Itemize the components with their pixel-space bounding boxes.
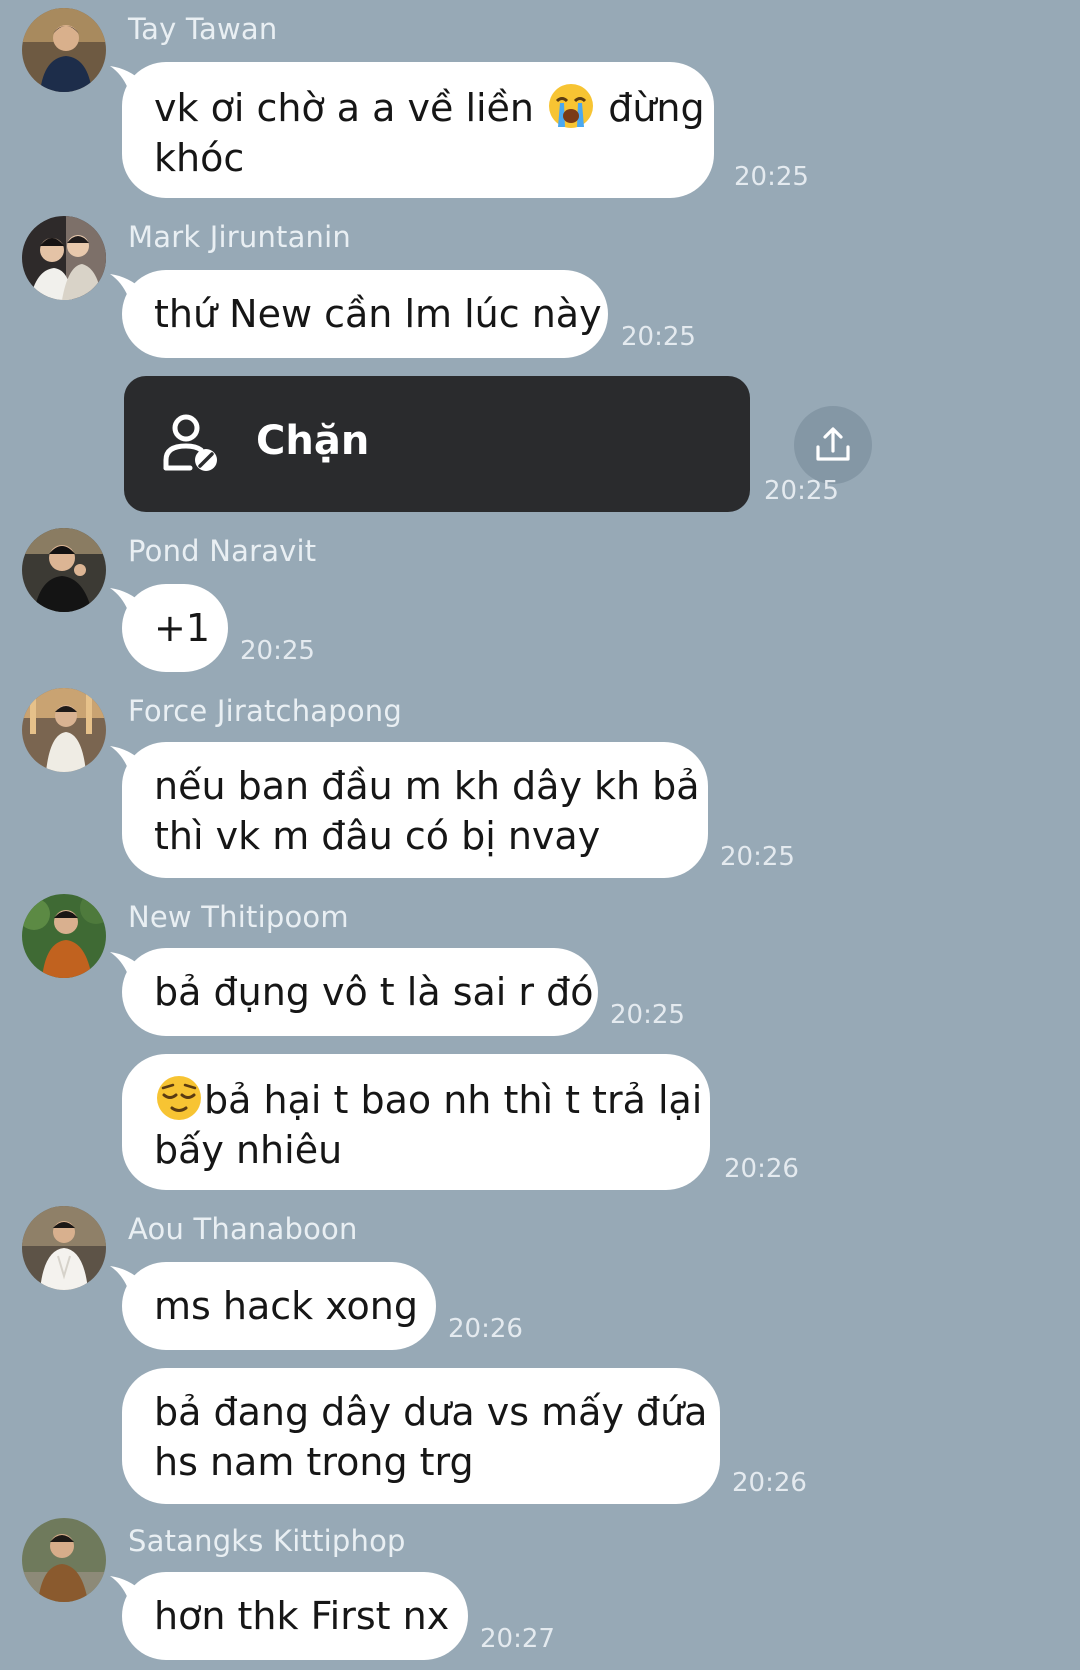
message-text: đừng	[608, 86, 705, 130]
avatar-satangks-kittiphop[interactable]	[22, 1518, 106, 1602]
message-text: bả đụng vô t là sai r đó	[154, 970, 594, 1014]
message-text-line: vk ơi chờ a a về liền đừng	[154, 81, 705, 133]
message-text-line: bả đang dây dưa vs mấy đứa	[154, 1390, 708, 1434]
message-time: 20:25	[734, 162, 809, 192]
share-upload-icon	[816, 427, 850, 461]
message-time: 20:25	[764, 476, 839, 506]
bubble-tail	[110, 586, 154, 626]
message-text-line: hs nam trong trg	[154, 1440, 474, 1484]
avatar-force-jiratchapong[interactable]	[22, 688, 106, 772]
bubble-tail	[110, 744, 154, 784]
sender-name: Tay Tawan	[128, 12, 278, 46]
message-time: 20:26	[448, 1314, 523, 1344]
message-text-line: bấy nhiêu	[154, 1128, 343, 1172]
avatar-pond-naravit[interactable]	[22, 528, 106, 612]
message-bubble[interactable]: bả đang dây dưa vs mấy đứa hs nam trong …	[122, 1368, 720, 1504]
bubble-tail	[110, 64, 154, 104]
message-bubble[interactable]: +1	[122, 584, 228, 672]
message-text-line: thì vk m đâu có bị nvay	[154, 814, 601, 858]
message-text-line: nếu ban đầu m kh dây kh bả	[154, 764, 700, 808]
bubble-tail	[110, 1574, 154, 1614]
sender-name: Mark Jiruntanin	[128, 220, 351, 254]
message-time: 20:27	[480, 1624, 555, 1654]
message-time: 20:25	[610, 1000, 685, 1030]
block-user-card[interactable]: Chặn	[124, 376, 750, 512]
message-text-line: bả hại t bao nh thì t trả lại	[154, 1073, 702, 1125]
avatar-mark-jiruntanin[interactable]	[22, 216, 106, 300]
sender-name: Aou Thanaboon	[128, 1212, 358, 1246]
message-text: bả hại t bao nh thì t trả lại	[204, 1078, 703, 1122]
message-time: 20:25	[621, 322, 696, 352]
bubble-tail	[110, 950, 154, 990]
message-time: 20:25	[240, 636, 315, 666]
sender-name: Pond Naravit	[128, 534, 317, 568]
sender-name: New Thitipoom	[128, 900, 349, 934]
message-text: +1	[154, 606, 211, 650]
message-bubble[interactable]: bả đụng vô t là sai r đó	[122, 948, 598, 1036]
message-bubble[interactable]: nếu ban đầu m kh dây kh bả thì vk m đâu …	[122, 742, 708, 878]
relieved-face-emoji-icon	[157, 1076, 201, 1120]
block-label: Chặn	[256, 418, 370, 464]
message-time: 20:26	[724, 1154, 799, 1184]
avatar-new-thitipoom[interactable]	[22, 894, 106, 978]
message-bubble[interactable]: vk ơi chờ a a về liền đừng khóc	[122, 62, 714, 198]
loudly-crying-emoji-icon	[549, 84, 594, 128]
message-time: 20:26	[732, 1468, 807, 1498]
message-text: ms hack xong	[154, 1284, 419, 1328]
message-bubble[interactable]: ms hack xong	[122, 1262, 436, 1350]
message-text: hơn thk First nx	[154, 1594, 450, 1638]
avatar-tay-tawan[interactable]	[22, 8, 106, 92]
bubble-tail	[110, 1264, 154, 1304]
sender-name: Force Jiratchapong	[128, 694, 402, 728]
message-text-line: khóc	[154, 136, 245, 180]
bubble-tail	[110, 272, 154, 312]
avatar-aou-thanaboon[interactable]	[22, 1206, 106, 1290]
sender-name: Satangks Kittiphop	[128, 1524, 406, 1558]
message-bubble[interactable]: bả hại t bao nh thì t trả lại bấy nhiêu	[122, 1054, 710, 1190]
message-bubble[interactable]: thứ New cần lm lúc này	[122, 270, 608, 358]
message-bubble[interactable]: hơn thk First nx	[122, 1572, 468, 1660]
message-time: 20:25	[720, 842, 795, 872]
block-user-icon	[163, 414, 217, 471]
share-button[interactable]	[794, 406, 872, 484]
message-text: vk ơi chờ a a về liền	[154, 86, 535, 130]
message-text: thứ New cần lm lúc này	[154, 292, 602, 336]
